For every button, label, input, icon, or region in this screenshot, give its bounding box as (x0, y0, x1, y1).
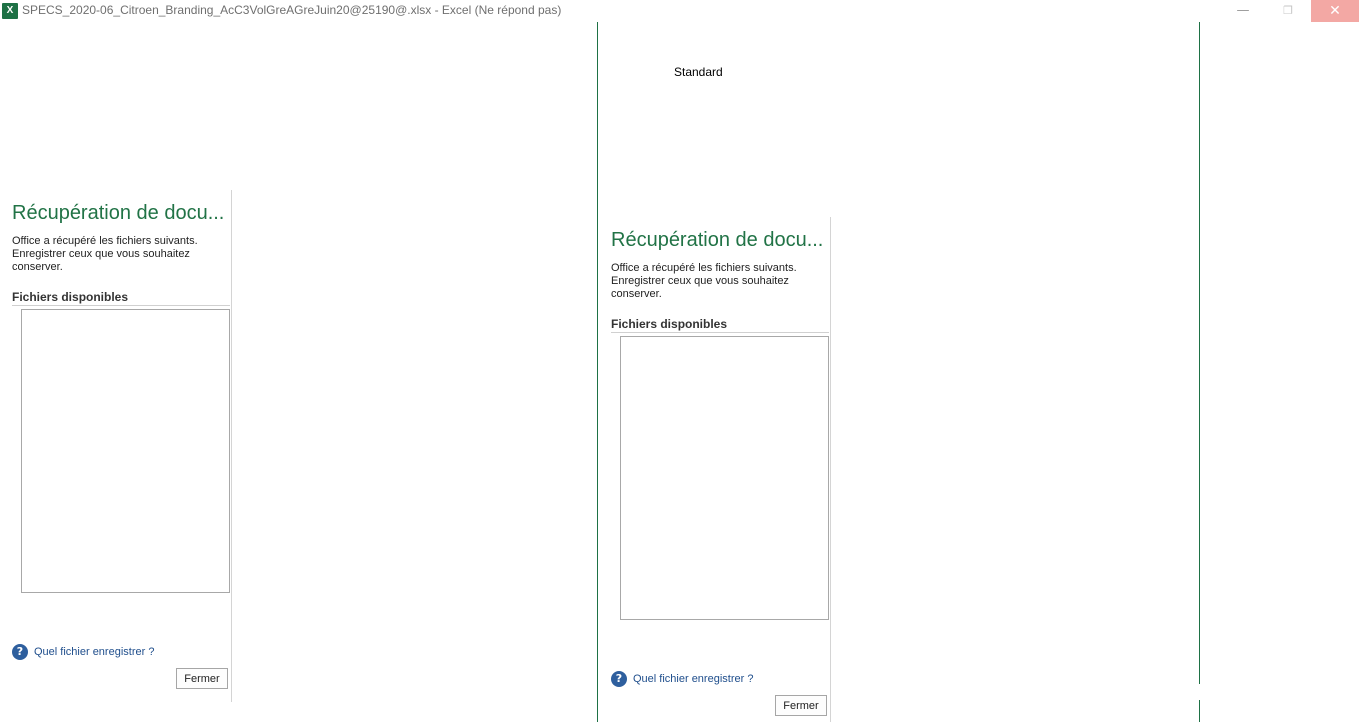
minimize-icon[interactable]: — (1221, 0, 1265, 22)
window-border-right (1199, 22, 1200, 684)
pane-description: Office a récupéré les fichiers suivants.… (12, 235, 198, 273)
close-button[interactable]: Fermer (775, 695, 827, 716)
number-format-label: Standard (674, 65, 723, 79)
close-icon[interactable]: ✕ (1311, 0, 1359, 22)
pane-title: Récupération de docu... (611, 229, 824, 251)
close-button[interactable]: Fermer (176, 668, 228, 689)
available-files-heading: Fichiers disponibles (12, 290, 129, 304)
help-link[interactable]: Quel fichier enregistrer ? (34, 646, 154, 658)
pane-divider (830, 217, 831, 722)
available-files-list[interactable] (21, 309, 230, 593)
available-files-list[interactable] (620, 336, 829, 620)
pane-title: Récupération de docu... (12, 202, 225, 224)
help-link[interactable]: Quel fichier enregistrer ? (633, 673, 753, 685)
pane-divider (231, 190, 232, 702)
window-title: SPECS_2020-06_Citroen_Branding_AcC3VolGr… (22, 3, 562, 17)
title-bar: X SPECS_2020-06_Citroen_Branding_AcC3Vol… (0, 0, 1359, 22)
heading-rule (12, 305, 230, 306)
document-recovery-pane: Récupération de docu... Office a récupér… (0, 190, 232, 702)
maximize-icon[interactable]: ❐ (1266, 0, 1310, 22)
window-border-left (597, 22, 598, 722)
window-border-right-fragment (1199, 700, 1200, 722)
help-icon[interactable]: ? (611, 671, 627, 687)
excel-app-icon[interactable]: X (2, 3, 21, 19)
available-files-heading: Fichiers disponibles (611, 317, 728, 331)
help-icon[interactable]: ? (12, 644, 28, 660)
document-recovery-pane-ghost: Récupération de docu... Office a récupér… (599, 217, 831, 722)
heading-rule (611, 332, 829, 333)
pane-description: Office a récupéré les fichiers suivants.… (611, 262, 797, 300)
